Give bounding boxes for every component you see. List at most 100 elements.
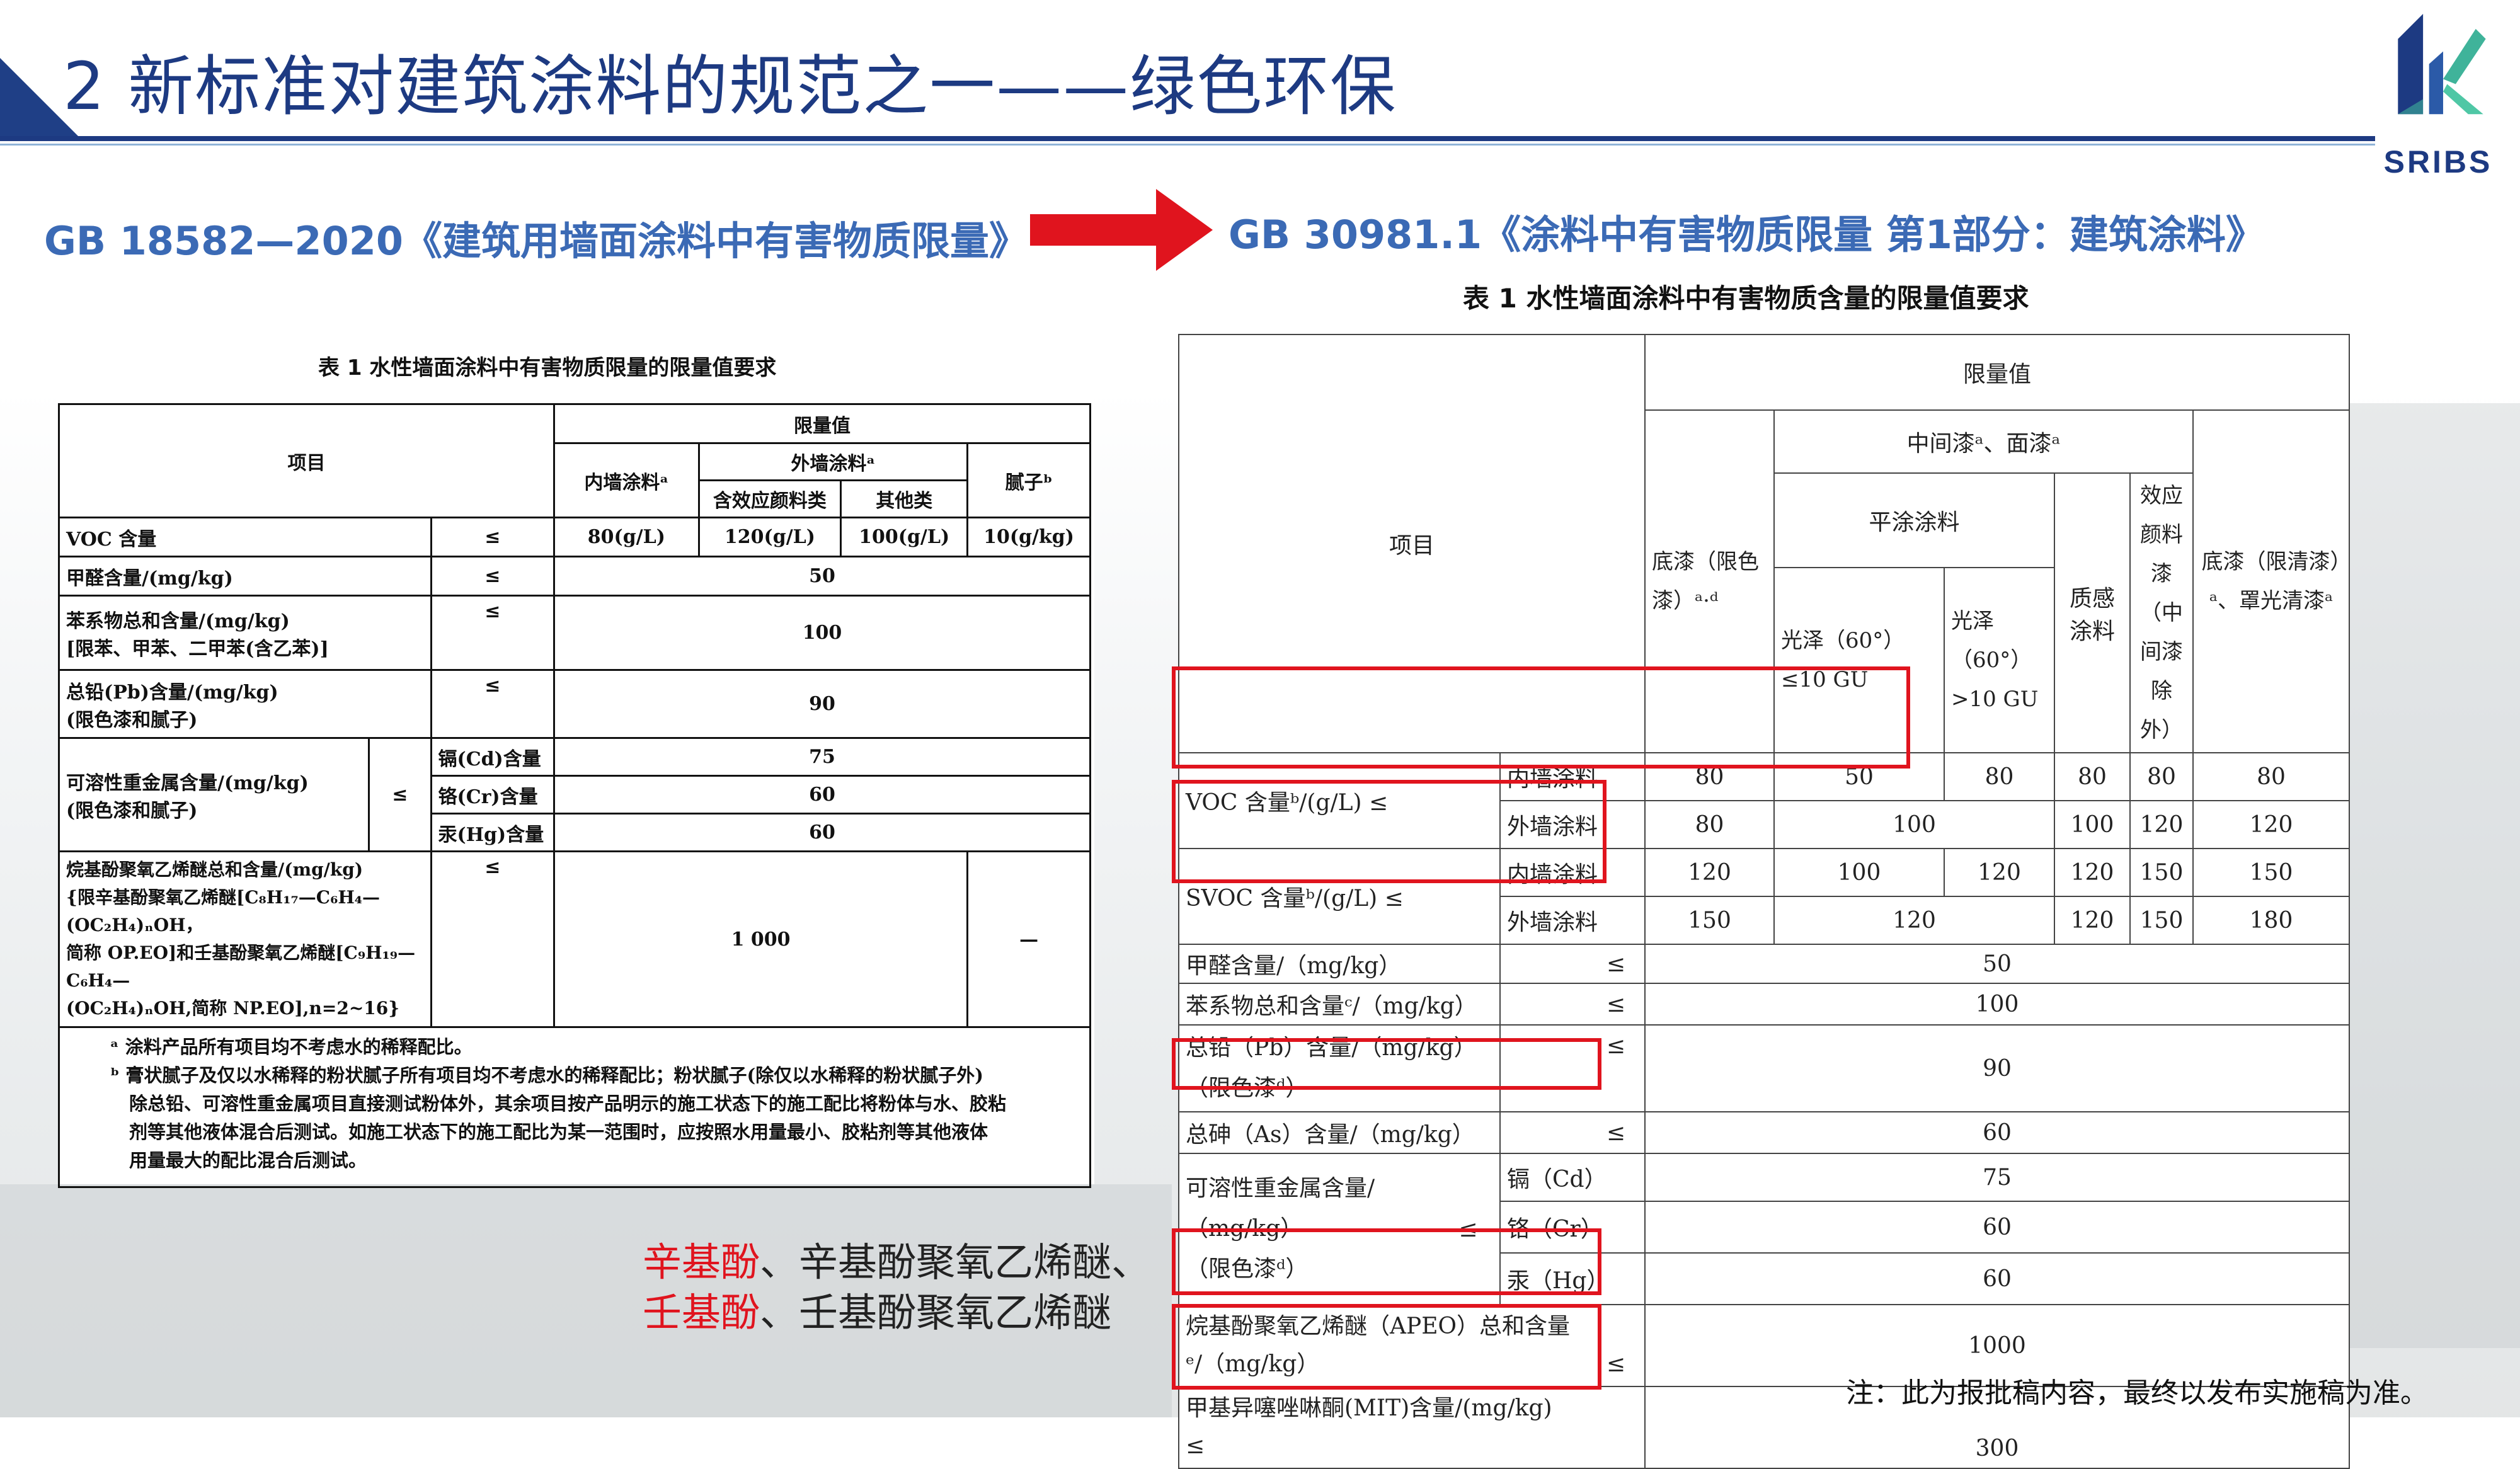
label-line: (限色漆和腻子): [66, 799, 198, 822]
row-benzene-label: 苯系物总和含量ᶜ/（mg/kg）: [1178, 983, 1501, 1026]
cell-value: 120: [1644, 848, 1775, 897]
old-standard-title: GB 18582—2020《建筑用墙面涂料中有害物质限量》: [44, 218, 1028, 264]
label-line: (限色漆和腻子): [66, 709, 198, 731]
row-pb-label: 总铅(Pb)含量/(mg/kg) (限色漆和腻子): [58, 669, 432, 739]
row-hcho-label: 甲醛含量/(mg/kg): [58, 556, 432, 597]
row-cd-label: 镉（Cd）: [1499, 1153, 1646, 1202]
note-line: 剂等其他液体混合后测试。如施工状态下的施工配比为某一范围时，应按照水用量最小、胶…: [129, 1121, 988, 1143]
header-putty: 腻子ᵇ: [966, 442, 1091, 518]
table-notes: ᵃ 涂料产品所有项目均不考虑水的稀释配比。 ᵇ 膏状腻子及仅以水稀释的粉状腻子所…: [58, 1026, 1091, 1188]
cell-value: 100: [1773, 848, 1945, 897]
row-hm-label: 可溶性重金属含量/(mg/kg) (限色漆和腻子): [57, 737, 370, 852]
cell-value: 120: [2054, 896, 2131, 945]
header-mid-top: 中间漆ᵃ、面漆ᵃ: [1773, 409, 2194, 474]
cell-value: 120: [1773, 896, 2055, 945]
cell-value: 100: [553, 595, 1091, 671]
background-building: [2350, 403, 2520, 1348]
cell-value: 80: [1644, 800, 1775, 849]
le-symbol: ≤: [430, 517, 556, 557]
header-rule: [0, 136, 2375, 141]
label-line: 可溶性重金属含量/(mg/kg): [66, 772, 309, 794]
le-symbol: ≤: [430, 669, 556, 739]
sribs-logo-icon: [2398, 13, 2486, 115]
new-standard-title: GB 30981.1《涂料中有害物质限量 第1部分：建筑涂料》: [1228, 212, 2265, 258]
cell-value: 100(g/L): [840, 517, 969, 557]
le-symbol: ≤: [430, 595, 556, 671]
row-cd-label: 镉(Cd)含量: [430, 737, 556, 777]
le-symbol: ≤: [1499, 944, 1646, 984]
cell-value: 50: [1644, 944, 2350, 984]
cell-value: 75: [1644, 1153, 2350, 1202]
note-line: ᵇ 膏状腻子及仅以水稀释的粉状腻子所有项目均不考虑水的稀释配比；粉状腻子(除仅以…: [110, 1065, 983, 1086]
row-benzene-label: 苯系物总和含量/(mg/kg) [限苯、甲苯、二甲苯(含乙苯)]: [58, 595, 432, 671]
highlight-box-mit: [1172, 1304, 1601, 1390]
header-gloss-high: 光泽（60°）>10 GU: [1944, 567, 2055, 753]
header-interior: 内墙涂料ᵃ: [553, 442, 700, 518]
label-line: [限苯、甲苯、二甲苯(含乙苯)]: [66, 637, 329, 660]
le-symbol: ≤: [430, 556, 556, 597]
cell-value: 80: [2054, 752, 2131, 801]
label-line: ≤: [1186, 1433, 1205, 1459]
label-line: 简称 OP.EO]和壬基酚聚氧乙烯醚[C₉H₁₉—C₆H₄—: [66, 942, 416, 991]
cell-value: 120: [2192, 800, 2350, 849]
cell-value: 150: [2129, 848, 2194, 897]
row-cr-label: 铬(Cr)含量: [430, 775, 556, 815]
note-line: ᵃ 涂料产品所有项目均不考虑水的稀释配比。: [110, 1036, 472, 1058]
cell-value: 60: [1644, 1252, 2350, 1305]
new-standard-table: 项目 限量值 底漆（限色漆）ᵃ·ᵈ 中间漆ᵃ、面漆ᵃ 底漆（限清漆）ᵃ、罩光清漆…: [1178, 334, 2350, 1469]
header-item: 项目: [57, 403, 556, 518]
header-clear: 底漆（限清漆）ᵃ、罩光清漆ᵃ: [2192, 409, 2350, 753]
highlight-box-voc: [1172, 666, 1910, 769]
cell-value: 80: [2192, 752, 2350, 801]
label-line: (OC₂H₄)ₙOH,简称 NP.EO],n=2~16}: [66, 998, 400, 1019]
annotation-line-1: 辛基酚、辛基酚聚氧乙烯醚、: [643, 1239, 1151, 1285]
cell-value: 60: [553, 775, 1091, 815]
header-limit: 限量值: [1644, 334, 2350, 411]
header-effect: 含效应颜料类: [697, 479, 842, 518]
label-line: 总铅(Pb)含量/(mg/kg): [66, 681, 278, 704]
le-symbol: ≤: [1499, 983, 1646, 1026]
cell-value: 90: [553, 669, 1091, 739]
cell-value: 90: [1644, 1024, 2350, 1112]
label-line: 烷基酚聚氧乙烯醚总和含量/(mg/kg): [66, 859, 364, 880]
cell-value: 100: [1644, 983, 2350, 1026]
cell-value: 100: [1773, 800, 2055, 849]
cell-value: 150: [1644, 896, 1775, 945]
row-as-label: 总砷（As）含量/（mg/kg）: [1178, 1111, 1501, 1154]
cell-value: 80(g/L): [553, 517, 700, 557]
row-ape-label: 烷基酚聚氧乙烯醚总和含量/(mg/kg) {限辛基酚聚氧乙烯醚[C₈H₁₇—C₆…: [58, 850, 432, 1028]
row-voc-label: VOC 含量: [58, 517, 432, 557]
cell-value: 120: [1944, 848, 2055, 897]
label-line: 苯系物总和含量/(mg/kg): [66, 610, 290, 632]
arrow-right-icon: [1030, 189, 1213, 271]
header-limit: 限量值: [553, 403, 1091, 444]
cell-value: 180: [2192, 896, 2350, 945]
highlight-box-arsenic: [1172, 1038, 1601, 1090]
cell-value: 120: [2054, 848, 2131, 897]
le-symbol: ≤: [430, 850, 556, 1028]
note-line: 除总铅、可溶性重金属项目直接测试粉体外，其余项目按产品明示的施工状态下的施工配比…: [129, 1093, 1007, 1114]
row-exterior-label: 外墙涂料: [1499, 896, 1646, 945]
logo-text: SRIBS: [2383, 144, 2493, 180]
header-exterior: 外墙涂料ᵃ: [697, 442, 969, 481]
header-rule-light: [0, 144, 2375, 146]
cell-value: 60: [553, 813, 1091, 852]
label-line: 甲基异噻唑啉酮(MIT)含量/(mg/kg): [1186, 1395, 1552, 1421]
cell-value: 80: [1944, 752, 2055, 801]
cell-value: 1 000: [553, 850, 969, 1028]
le-symbol: ≤: [1499, 1111, 1646, 1154]
row-hcho-label: 甲醛含量/（mg/kg）: [1178, 944, 1501, 984]
header-effect: 效应颜料漆（中间漆除外）: [2129, 472, 2194, 753]
row-mit-label: 甲基异噻唑啉酮(MIT)含量/(mg/kg) ≤: [1178, 1386, 1646, 1469]
label-line: {限辛基酚聚氧乙烯醚[C₈H₁₇—C₆H₄—(OC₂H₄)ₙOH，: [66, 887, 381, 935]
header-flat: 平涂涂料: [1773, 472, 2055, 568]
old-standard-table: 项目 限量值 内墙涂料ᵃ 外墙涂料ᵃ 腻子ᵇ 含效应颜料类 其他类 VOC 含量…: [57, 403, 1091, 1188]
cell-value: 10(g/kg): [966, 517, 1091, 557]
le-symbol: ≤: [369, 737, 432, 852]
cell-value: 75: [553, 737, 1091, 777]
old-table-caption: 表 1 水性墙面涂料中有害物质限量的限量值要求: [318, 355, 777, 380]
cell-value: 60: [1644, 1201, 2350, 1254]
cell-value: 120(g/L): [697, 517, 842, 557]
cell-value: 60: [1644, 1111, 2350, 1154]
cell-value: —: [966, 850, 1091, 1028]
